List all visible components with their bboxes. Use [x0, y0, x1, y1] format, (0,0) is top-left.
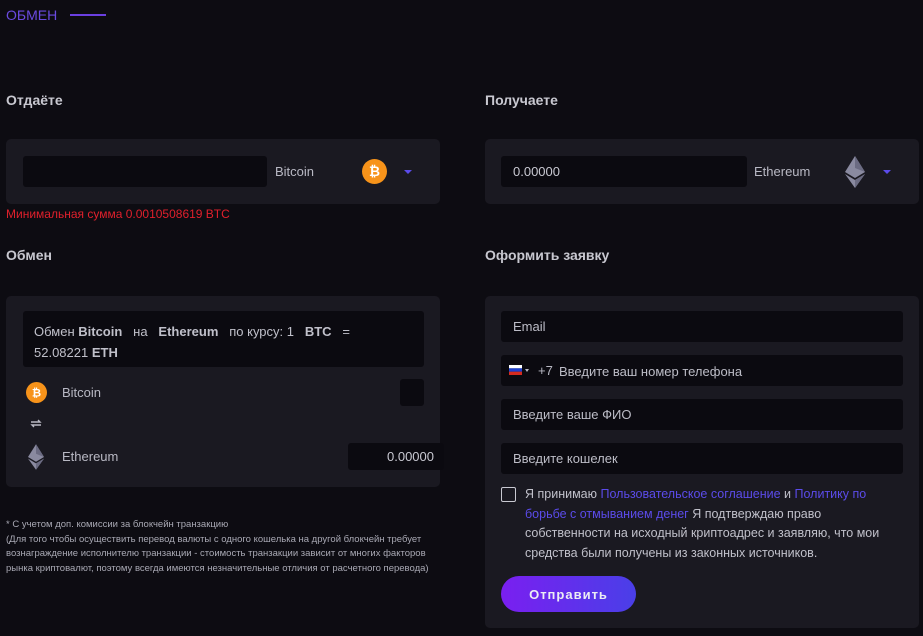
order-card: +7 Я принимаю Пользовательское соглашени… [485, 296, 919, 628]
russia-flag-icon[interactable] [509, 365, 522, 375]
receive-card: Ethereum [485, 139, 919, 204]
agree-and: и [784, 487, 792, 501]
exchange-rate-box: Обмен Bitcoin на Ethereum по курсу: 1 BT… [23, 311, 424, 367]
exchange-to-amount[interactable] [348, 443, 444, 470]
exchange-from-name: Bitcoin [62, 385, 102, 400]
agree-text: Я принимаю [525, 487, 598, 501]
svg-text:₿: ₿ [369, 164, 380, 180]
exchange-card: Обмен Bitcoin на Ethereum по курсу: 1 BT… [6, 296, 444, 487]
country-dropdown-icon[interactable] [525, 369, 529, 372]
give-amount-input[interactable] [23, 156, 267, 187]
order-heading: Оформить заявку [485, 247, 610, 263]
phone-country-code: +7 [538, 363, 553, 378]
rate-to-code: ETH [91, 345, 118, 360]
page-title: ОБМЕН [6, 7, 58, 23]
exchange-heading: Обмен [6, 247, 52, 263]
submit-button[interactable]: Отправить [501, 576, 636, 612]
exchange-to-name: Ethereum [62, 449, 119, 464]
footnote-line: рынка криптовалют, поэтому всегда имеютс… [6, 562, 429, 574]
user-agreement-link[interactable]: Пользовательское соглашение [601, 487, 781, 501]
receive-currency-dropdown-icon[interactable] [883, 170, 891, 174]
ethereum-icon [28, 444, 44, 470]
ethereum-icon[interactable] [845, 156, 865, 188]
title-underline [70, 14, 106, 16]
wallet-input[interactable] [501, 443, 903, 474]
receive-heading: Получаете [485, 92, 558, 108]
commission-footnote: * С учетом доп. комиссии за блокчейн тра… [6, 518, 446, 576]
footnote-line: (Для того чтобы осуществить перевод валю… [6, 533, 422, 545]
give-heading: Отдаёте [6, 92, 63, 108]
receive-amount-input[interactable] [501, 156, 747, 187]
bitcoin-icon: ₿ [26, 382, 47, 403]
rate-from-currency: Bitcoin [78, 324, 123, 339]
agreement-checkbox[interactable] [501, 487, 516, 502]
give-card: Bitcoin ₿ [6, 139, 440, 204]
exchange-from-amount[interactable] [400, 379, 424, 406]
phone-input[interactable] [559, 362, 889, 380]
receive-currency-label: Ethereum [754, 164, 811, 179]
email-input[interactable] [501, 311, 903, 342]
rate-from-code: BTC [304, 324, 332, 339]
bitcoin-icon[interactable]: ₿ [362, 159, 387, 184]
rate-by-rate: по курсу: 1 [229, 324, 294, 339]
swap-icon[interactable] [29, 418, 43, 429]
footnote-line: вознаграждение исполнителю транзакции - … [6, 548, 426, 559]
rate-on: на [133, 324, 148, 339]
footnote-line: * С учетом доп. комиссии за блокчейн тра… [6, 519, 229, 530]
phone-field: +7 [501, 355, 903, 386]
rate-to-currency: Ethereum [158, 324, 219, 339]
rate-value: 52.08221 [34, 345, 89, 360]
rate-equals: = [342, 324, 350, 339]
minimum-amount-error: Минимальная сумма 0.0010508619 BTC [6, 207, 230, 221]
svg-text:₿: ₿ [32, 385, 41, 399]
give-currency-dropdown-icon[interactable] [404, 170, 412, 174]
agreement-text: Я принимаю Пользовательское соглашение и… [525, 485, 887, 563]
give-currency-label: Bitcoin [275, 164, 315, 179]
full-name-input[interactable] [501, 399, 903, 430]
rate-prefix: Обмен [34, 324, 75, 339]
